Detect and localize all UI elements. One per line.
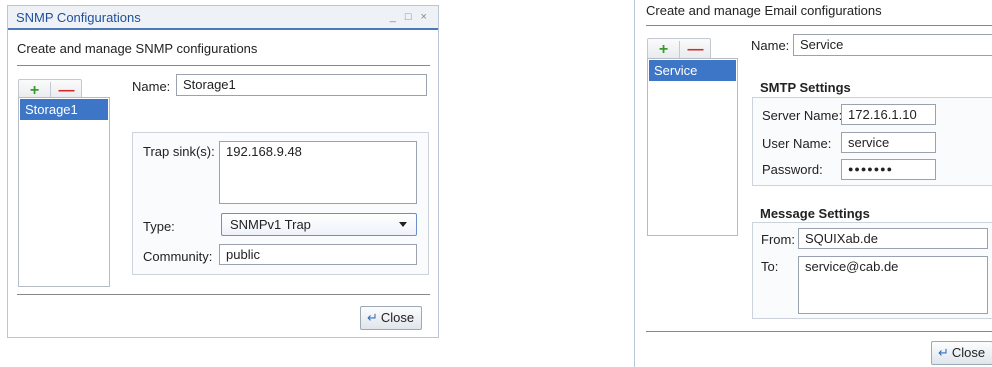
type-label: Type: [143, 219, 175, 234]
chevron-down-icon [399, 222, 407, 227]
close-label: Close [951, 345, 986, 360]
trap-sinks-label: Trap sink(s): [143, 144, 215, 159]
snmp-heading: Create and manage SNMP configurations [17, 41, 258, 56]
email-configuration-list[interactable]: Service [647, 58, 738, 236]
to-label: To: [761, 259, 779, 274]
snmp-footer-divider [17, 294, 430, 295]
community-input[interactable]: public [219, 244, 417, 265]
password-input[interactable]: ●●●●●●● [841, 159, 936, 180]
message-settings-heading: Message Settings [760, 206, 870, 221]
email-configurations-window: Create and manage Email configurations +… [634, 0, 992, 367]
minus-icon: — [687, 41, 704, 58]
window-controls-icon[interactable]: _ □ × [390, 11, 430, 23]
email-name-input[interactable]: Service [793, 34, 992, 56]
email-heading: Create and manage Email configurations [646, 3, 882, 18]
return-arrow-icon: ↵ [367, 310, 378, 325]
close-label: Close [380, 310, 415, 325]
list-item[interactable]: Service [649, 60, 736, 81]
server-name-input[interactable]: 172.16.1.10 [841, 104, 936, 125]
from-input[interactable]: SQUIXab.de [798, 228, 988, 249]
email-name-label: Name: [751, 38, 790, 53]
trap-sinks-textarea[interactable]: 192.168.9.48 [219, 141, 417, 204]
email-header-divider [646, 25, 992, 26]
snmp-configuration-list[interactable]: Storage1 [18, 97, 110, 287]
from-label: From: [761, 232, 795, 247]
snmp-titlebar: SNMP Configurations _ □ × [8, 6, 438, 30]
server-name-label: Server Name: [762, 108, 843, 123]
list-item[interactable]: Storage1 [20, 99, 108, 120]
name-input[interactable]: Storage1 [176, 74, 427, 96]
plus-icon: + [658, 41, 669, 58]
community-label: Community: [143, 249, 213, 264]
type-selected-value: SNMPv1 Trap [230, 217, 311, 232]
user-name-input[interactable]: service [841, 132, 936, 153]
user-name-label: User Name: [762, 136, 832, 151]
snmp-configurations-window: SNMP Configurations _ □ × Create and man… [7, 5, 439, 338]
type-select[interactable]: SNMPv1 Trap [221, 213, 417, 236]
snmp-header-divider [17, 65, 430, 66]
snmp-close-button[interactable]: ↵ Close [360, 306, 423, 330]
name-label: Name: [132, 79, 171, 94]
password-label: Password: [762, 162, 823, 177]
to-textarea[interactable]: service@cab.de [798, 256, 988, 314]
email-close-button[interactable]: ↵ Close [931, 341, 992, 365]
smtp-settings-heading: SMTP Settings [760, 80, 851, 95]
email-footer-divider [646, 331, 992, 332]
snmp-window-title: SNMP Configurations [16, 10, 141, 25]
return-arrow-icon: ↵ [938, 345, 949, 360]
